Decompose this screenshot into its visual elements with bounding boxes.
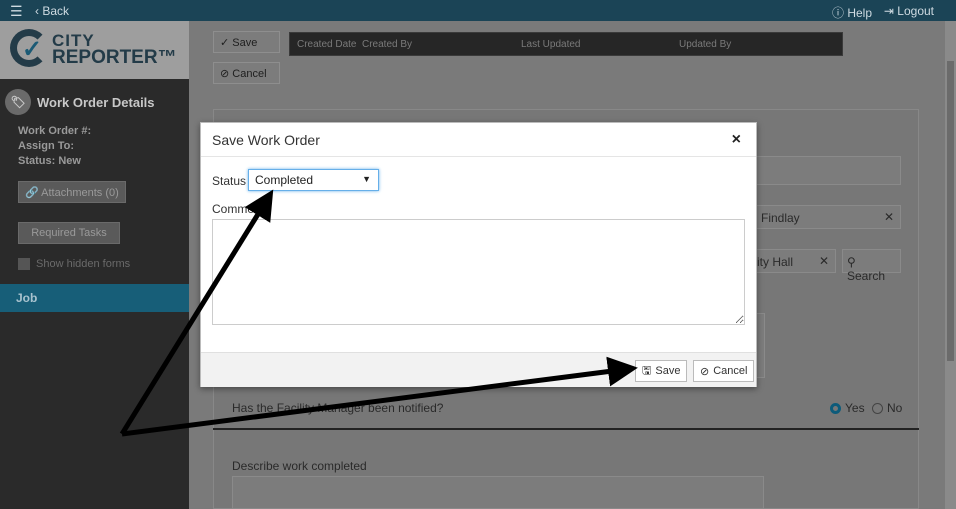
logo: ✓ CITY REPORTER™ — [0, 21, 189, 79]
describe-work-label: Describe work completed — [232, 459, 367, 473]
job-label: Job — [16, 291, 38, 305]
help-link[interactable]: ⓘ Help — [832, 4, 872, 21]
work-order-details-title: 🏷 Work Order Details — [5, 89, 155, 115]
attachments-label: Attachments (0) — [41, 187, 119, 199]
clear-icon[interactable]: ✕ — [819, 254, 829, 268]
yes-radio[interactable]: Yes — [830, 401, 865, 415]
checkbox-icon — [18, 258, 30, 270]
column-updated-by: Updated By — [679, 39, 732, 50]
search-icon: ⚲ — [847, 255, 856, 269]
ban-icon: ⊘ — [220, 68, 233, 80]
close-icon[interactable]: × — [732, 131, 741, 149]
background-textarea[interactable] — [756, 313, 765, 378]
attachments-button[interactable]: 🔗 Attachments (0) — [18, 181, 126, 203]
yes-label: Yes — [845, 401, 865, 415]
search-label: Search — [847, 269, 886, 283]
status-select-value: Completed — [255, 173, 314, 187]
logout-icon: ⇥ — [883, 4, 898, 18]
dialog-footer: 🖫 Save ⊘ Cancel — [201, 352, 756, 387]
sidebar: ✓ CITY REPORTER™ 🏷 Work Order Details Wo… — [0, 21, 189, 509]
comment-textarea[interactable] — [212, 219, 745, 325]
logo-check-icon: ✓ — [22, 36, 43, 63]
history-table-header: Created Date Created By Last Updated Upd… — [289, 32, 843, 56]
dialog-header: Save Work Order × — [201, 123, 756, 157]
required-tasks-label: Required Tasks — [31, 227, 107, 239]
no-radio[interactable]: No — [872, 401, 902, 415]
floppy-disk-icon: 🖫 — [642, 364, 652, 377]
save-work-order-dialog: Save Work Order × Status Completed ▼ Com… — [200, 122, 757, 387]
help-label: Help — [847, 6, 872, 20]
hamburger-menu-icon[interactable]: ☰ — [10, 3, 23, 20]
building-value: ity Hall — [757, 255, 794, 269]
dialog-title: Save Work Order — [212, 132, 320, 148]
section-divider — [213, 428, 919, 430]
dialog-cancel-button[interactable]: ⊘ Cancel — [693, 360, 755, 382]
status-field-label: Status — [212, 174, 247, 188]
toolbar-cancel-label: Cancel — [232, 68, 267, 80]
status-select[interactable]: Completed ▼ — [248, 169, 379, 191]
status-label: Status: New — [18, 155, 81, 167]
comment-field-label: Comment — [212, 202, 265, 216]
ban-icon: ⊘ — [700, 365, 710, 378]
facility-question: Has the Facility Manager been notified? — [232, 401, 444, 415]
column-created-date: Created Date — [297, 39, 357, 50]
assign-to-label: Assign To: — [18, 140, 75, 152]
scrollbar-thumb[interactable] — [947, 61, 954, 361]
paperclip-icon: 🔗 — [25, 187, 42, 199]
dialog-save-button[interactable]: 🖫 Save — [635, 360, 688, 382]
clear-icon[interactable]: ✕ — [884, 210, 894, 224]
radio-empty-icon — [872, 402, 883, 414]
search-button[interactable]: ⚲ Search — [842, 249, 901, 283]
logo-text-reporter: REPORTER™ — [52, 47, 177, 68]
caret-down-icon: ▼ — [362, 174, 371, 184]
logout-label: Logout — [897, 4, 934, 18]
work-order-number-label: Work Order #: — [18, 125, 92, 137]
location-value: Findlay — [761, 211, 800, 225]
toolbar-save-label: Save — [232, 37, 258, 49]
dialog-save-label: Save — [655, 365, 681, 377]
help-icon: ⓘ — [831, 6, 848, 20]
tag-icon: 🏷 — [5, 89, 31, 115]
show-hidden-forms-label: Show hidden forms — [36, 258, 131, 270]
check-icon: ✓ — [220, 37, 233, 49]
work-order-meta: Work Order #: Assign To: Status: New — [18, 124, 91, 169]
top-bar: ☰ ‹ Back ⓘ Help ⇥ Logout — [0, 0, 956, 21]
location-field[interactable]: Findlay ✕ — [756, 205, 901, 229]
describe-work-field[interactable] — [232, 476, 764, 509]
radio-selected-icon — [830, 402, 841, 414]
column-last-updated: Last Updated — [521, 39, 581, 50]
vertical-scrollbar[interactable] — [945, 21, 956, 509]
column-created-by: Created By — [362, 39, 413, 50]
background-field[interactable] — [756, 156, 901, 185]
toolbar-save-button[interactable]: ✓ Save — [213, 31, 280, 53]
no-label: No — [887, 401, 903, 415]
back-label: Back — [42, 4, 70, 18]
work-order-details-label: Work Order Details — [37, 94, 155, 110]
required-tasks-button[interactable]: Required Tasks — [18, 222, 120, 244]
back-link[interactable]: ‹ Back — [35, 4, 69, 18]
logout-link[interactable]: ⇥ Logout — [884, 4, 934, 18]
dialog-cancel-label: Cancel — [713, 365, 748, 377]
sidebar-item-job[interactable]: Job — [0, 284, 189, 312]
toolbar-cancel-button[interactable]: ⊘ Cancel — [213, 62, 280, 84]
building-field[interactable]: ity Hall ✕ — [756, 249, 836, 273]
show-hidden-forms-checkbox[interactable]: Show hidden forms — [18, 258, 130, 270]
